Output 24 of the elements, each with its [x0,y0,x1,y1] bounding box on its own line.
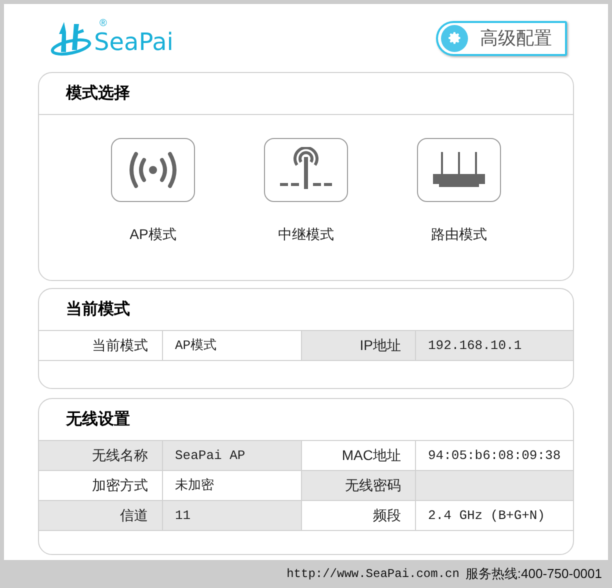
field-value: 11 [163,501,301,530]
advanced-settings-button[interactable]: 高级配置 [436,20,567,56]
field-value: 192.168.10.1 [416,331,573,360]
registered-mark: ® [99,17,107,31]
settings-icon [441,24,468,52]
mode-label: AP模式 [130,225,176,244]
mode-label: 中继模式 [278,225,334,244]
field-value: SeaPai AP [163,441,301,470]
section-title: 模式选择 [66,84,130,104]
logo-mark-icon [50,20,92,56]
website-link[interactable]: http://www.SeaPai.com.cn [286,565,460,583]
router-icon [431,150,487,190]
field-label: 信道 [39,501,163,530]
field-label: 无线名称 [39,441,163,470]
field-label: IP地址 [302,331,416,360]
mode-label: 路由模式 [431,225,487,244]
mode-option-button[interactable] [111,138,195,202]
mode-option-button[interactable] [264,138,348,202]
mode-option-button[interactable] [417,138,501,202]
field-label: 无线密码 [302,471,416,500]
service-hotline: 服务热线:400-750-0001 [465,565,602,584]
logo-text: SeaPai [94,30,174,54]
section-title: 无线设置 [66,410,130,430]
section-title: 当前模式 [66,300,130,320]
